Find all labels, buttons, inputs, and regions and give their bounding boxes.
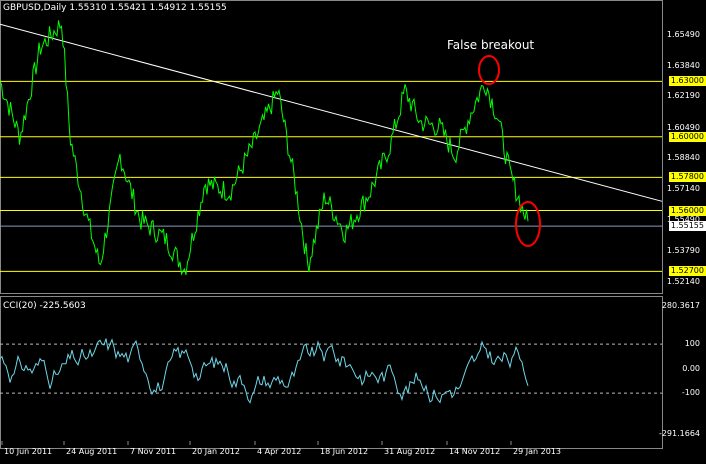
date-axis-label: 31 Aug 2012 bbox=[384, 447, 436, 456]
chart-header: GBPUSD,Daily 1.55310 1.55421 1.54912 1.5… bbox=[3, 3, 227, 13]
price-series bbox=[0, 20, 529, 276]
price-axis-label: 1.53790 bbox=[666, 246, 700, 256]
level-label: 1.56000 bbox=[668, 205, 706, 216]
date-axis-label: 4 Apr 2012 bbox=[257, 447, 302, 456]
cci-axis-label: 100 bbox=[684, 339, 700, 349]
level-label: 1.57800 bbox=[668, 172, 706, 183]
date-axis-label: 14 Nov 2012 bbox=[449, 447, 501, 456]
cci-axis-label: -291.1664 bbox=[658, 429, 700, 438]
date-axis-label: 7 Nov 2011 bbox=[130, 447, 177, 456]
level-label: 1.63000 bbox=[668, 76, 706, 87]
cci-axis-label: -100 bbox=[681, 388, 700, 398]
date-axis-label: 10 Jun 2011 bbox=[4, 447, 53, 456]
date-axis-label: 18 Jun 2012 bbox=[320, 447, 369, 456]
price-panel-frame bbox=[0, 0, 663, 294]
current-price-label: 1.55155 bbox=[668, 221, 706, 232]
cci-axis-label: 0.00 bbox=[682, 363, 700, 373]
date-axis-label: 24 Aug 2011 bbox=[66, 447, 118, 456]
price-axis-label: 1.65490 bbox=[666, 30, 700, 40]
symbol-timeframe: GBPUSD,Daily bbox=[3, 3, 67, 13]
cci-title: CCI(20) -225.5603 bbox=[3, 301, 86, 311]
price-line bbox=[0, 20, 529, 276]
markers bbox=[478, 55, 541, 247]
level-label: 1.52700 bbox=[668, 266, 706, 277]
chart-canvas[interactable] bbox=[0, 0, 706, 464]
price-axis-label: 1.58840 bbox=[666, 153, 700, 163]
price-axis-label: 1.63840 bbox=[666, 60, 700, 70]
price-axis-label: 1.60490 bbox=[666, 122, 700, 132]
trendline[interactable] bbox=[0, 23, 663, 202]
price-axis-label: 1.62190 bbox=[666, 91, 700, 101]
level-label: 1.60000 bbox=[668, 131, 706, 142]
date-axis-label: 29 Jan 2013 bbox=[513, 447, 561, 456]
date-axis-label: 20 Jan 2012 bbox=[192, 447, 240, 456]
false-breakout-circle bbox=[478, 55, 500, 85]
cci-axis-label: 280.3617 bbox=[661, 301, 700, 310]
price-axis-label: 1.57140 bbox=[666, 184, 700, 194]
price-axis-label: 1.52140 bbox=[666, 276, 700, 286]
cci-panel-frame bbox=[0, 296, 663, 449]
trendline-line bbox=[0, 23, 663, 202]
breakdown-circle bbox=[515, 201, 541, 247]
ohlc-values: 1.55310 1.55421 1.54912 1.55155 bbox=[69, 3, 227, 13]
false-breakout-annotation: False breakout bbox=[447, 38, 535, 52]
